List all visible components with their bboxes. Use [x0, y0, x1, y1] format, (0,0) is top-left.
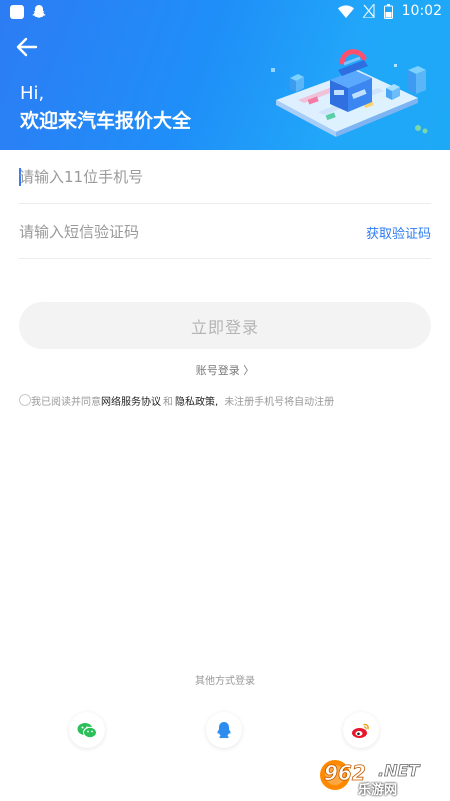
- arrow-left-icon: [16, 37, 38, 57]
- wifi-icon: [337, 5, 354, 18]
- get-code-button[interactable]: 获取验证码: [366, 223, 431, 242]
- battery-icon: [383, 3, 393, 19]
- agreement-checkbox[interactable]: [19, 394, 31, 406]
- watermark-subtext: 乐游网: [358, 783, 398, 798]
- account-login-link[interactable]: 账号登录 〉: [0, 362, 450, 378]
- greeting-hi: Hi,: [20, 83, 45, 104]
- weibo-icon: [352, 723, 369, 738]
- weibo-login-button[interactable]: [343, 712, 379, 748]
- service-agreement-link[interactable]: 网络服务协议: [101, 393, 161, 408]
- phone-field-row: [19, 150, 431, 204]
- sms-code-input[interactable]: [19, 219, 339, 245]
- header-banner: 10:02 Hi, 欢迎来汽车报价大全: [0, 0, 450, 150]
- wechat-icon: [77, 722, 97, 738]
- wechat-login-button[interactable]: [69, 712, 105, 748]
- site-watermark: 962 .NET 乐游网: [318, 754, 446, 798]
- code-field-row: 获取验证码: [19, 205, 431, 259]
- greeting-welcome: 欢迎来汽车报价大全: [20, 110, 192, 132]
- back-button[interactable]: [14, 36, 42, 60]
- agreement-and: 和: [163, 396, 173, 408]
- qq-icon: [217, 721, 231, 738]
- no-signal-icon: [362, 4, 375, 18]
- isometric-city-illustration: [271, 49, 428, 137]
- status-bar: 10:02: [0, 0, 450, 24]
- login-button[interactable]: 立即登录: [19, 302, 431, 349]
- agreement-suffix: 未注册手机号将自动注册: [224, 396, 335, 408]
- snapchat-icon: [32, 5, 46, 18]
- other-login-label: 其他方式登录: [195, 676, 255, 687]
- app-notification-icon: [10, 4, 24, 19]
- phone-input[interactable]: [19, 164, 339, 190]
- svg-text:.NET: .NET: [378, 761, 420, 780]
- privacy-policy-link[interactable]: 隐私政策,: [175, 393, 218, 408]
- agreement-row: 我已阅读并同意 网络服务协议 和 隐私政策, 未注册手机号将自动注册: [19, 392, 439, 408]
- qq-login-button[interactable]: [206, 712, 242, 748]
- status-time: 10:02: [401, 3, 442, 19]
- agreement-prefix: 我已阅读并同意: [31, 396, 101, 408]
